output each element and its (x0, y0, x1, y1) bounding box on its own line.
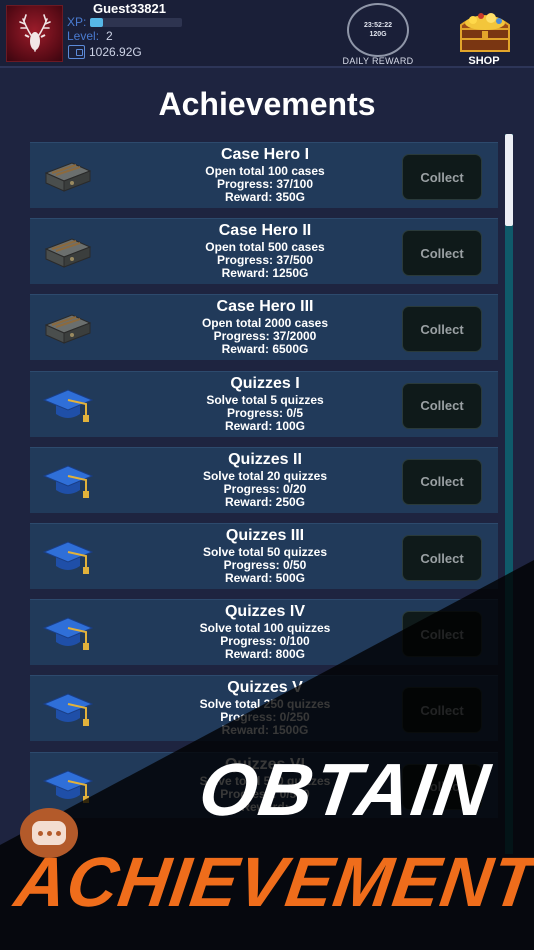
graduation-cap-icon (42, 465, 94, 498)
promo-headline-line1: OBTAIN (194, 748, 497, 831)
collect-button[interactable]: Collect (402, 230, 482, 277)
collect-button[interactable]: Collect (402, 154, 482, 200)
collect-button[interactable]: Collect (402, 382, 482, 429)
gold-balance: 1026.92G (89, 45, 142, 59)
achievement-text: Case Hero I Open total 100 cases Progress:… (140, 145, 390, 204)
daily-reward-timer: 23:52:22 (363, 22, 393, 29)
graduation-cap-icon (42, 617, 94, 651)
level-value: 2 (106, 29, 113, 43)
achievement-reward: Reward: 800G (224, 647, 306, 662)
achievement-reward: Reward: 250G (224, 494, 306, 509)
graduation-cap-icon (42, 389, 94, 422)
avatar[interactable] (6, 5, 63, 62)
achievement-card: Case Hero II Open total 500 cases Progress… (30, 218, 498, 285)
collect-button[interactable]: Collect (402, 458, 482, 505)
daily-reward-label: DAILY REWARD (342, 56, 414, 66)
achievement-title: Case Hero I (220, 146, 310, 163)
achievement-reward: Reward: 1250G (221, 266, 309, 281)
deer-icon (18, 13, 51, 52)
achievement-reward: Reward: 500G (224, 571, 306, 585)
case-icon (44, 238, 92, 268)
achievement-text: Case Hero III Open total 2000 cases Progre… (140, 297, 390, 356)
achievement-task: Solve total 20 quizzes (202, 468, 328, 483)
achievement-card: Quizzes IV Solve total 100 quizzes Progres… (30, 599, 498, 666)
daily-reward-amount: 120G (369, 31, 387, 38)
achievement-text: Quizzes V Solve total 250 quizzes Progress… (140, 678, 390, 737)
graduation-cap-icon (42, 541, 94, 574)
achievement-card: Quizzes I Solve total 5 quizzes Progress: … (30, 370, 498, 437)
achievement-progress: Progress: 0/5 (226, 405, 304, 420)
case-icon (44, 162, 92, 192)
top-bar: Guest33821 XP: Level: 2 1026.92G 23:52:2… (0, 0, 534, 68)
achievement-title: Case Hero III (216, 298, 314, 316)
achievement-card: Case Hero III Open total 2000 cases Progre… (30, 294, 498, 361)
achievement-text: Quizzes II Solve total 20 quizzes Progress… (140, 450, 390, 509)
achievement-task: Solve total 5 quizzes (206, 392, 324, 407)
achievement-card: Quizzes II Solve total 20 quizzes Progress… (30, 446, 498, 513)
promo-headline-line2: ACHIEVEMENTS (10, 843, 534, 921)
shop-label[interactable]: SHOP (452, 55, 516, 67)
achievement-text: Quizzes I Solve total 5 quizzes Progress: … (140, 374, 390, 433)
graduation-cap-icon (42, 770, 94, 803)
page-title: Achievements (158, 86, 376, 122)
daily-reward-button[interactable]: 23:52:22 120G (347, 3, 409, 57)
treasure-chest-icon[interactable] (453, 3, 517, 55)
level-label: Level: (67, 29, 100, 43)
collect-button[interactable]: Collect (402, 687, 482, 734)
graduation-cap-icon (42, 693, 94, 727)
achievement-title: Quizzes V (227, 679, 303, 697)
xp-label: XP: (67, 15, 87, 29)
achievement-reward: Reward: 6500G (221, 342, 309, 357)
username: Guest33821 (93, 1, 166, 16)
achievement-card: Quizzes V Solve total 250 quizzes Progress… (30, 675, 498, 742)
collect-button[interactable]: Collect (402, 535, 482, 581)
achievement-text: Quizzes III Solve total 50 quizzes Progres… (140, 526, 390, 585)
xp-bar-fill (90, 18, 103, 27)
achievement-title: Quizzes IV (224, 603, 306, 621)
achievement-text: Quizzes IV Solve total 100 quizzes Progres… (140, 602, 390, 661)
achievement-title: Case Hero II (218, 222, 312, 240)
achievement-progress: Progress: 0/20 (223, 481, 307, 496)
achievement-title: Quizzes II (228, 450, 302, 468)
achievement-card: Quizzes III Solve total 50 quizzes Progres… (30, 523, 498, 589)
achievement-title: Quizzes I (230, 374, 300, 392)
wallet-icon (68, 45, 85, 59)
achievement-card: Case Hero I Open total 100 cases Progress:… (30, 142, 498, 208)
collect-button[interactable]: Collect (402, 611, 482, 658)
case-icon (44, 314, 92, 345)
achievement-reward: Reward: 350G (224, 190, 306, 204)
achievement-reward: Reward: 100G (224, 418, 306, 433)
achievement-text: Case Hero II Open total 500 cases Progress… (140, 221, 390, 280)
collect-button[interactable]: Collect (402, 306, 482, 353)
achievement-reward: Reward: 1500G (221, 723, 309, 738)
achievement-title: Quizzes III (225, 527, 305, 544)
xp-bar (90, 18, 182, 27)
